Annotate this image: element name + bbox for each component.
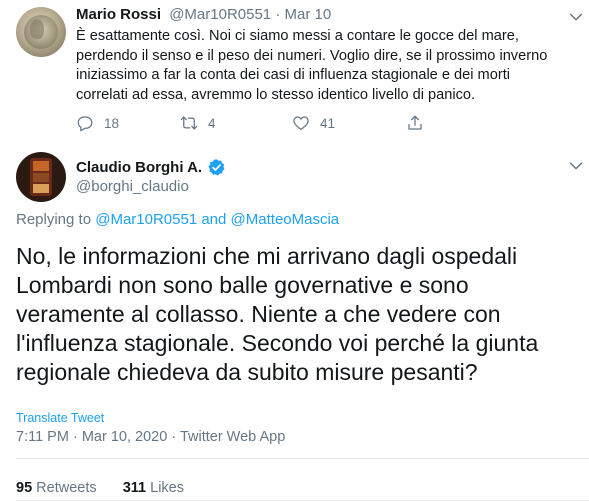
chevron-down-icon[interactable] [568, 9, 584, 25]
like-count: 41 [320, 115, 336, 131]
verified-badge-icon [208, 159, 225, 176]
translate-tweet-link[interactable]: Translate Tweet [16, 411, 104, 425]
replying-to-link-2[interactable]: @MatteoMascia [231, 211, 340, 228]
divider [16, 458, 589, 459]
retweet-button[interactable]: 4 [180, 114, 216, 132]
meta-separator-2: · [171, 429, 177, 445]
main-tweet-text: No, le informazioni che mi arrivano dagl… [16, 243, 539, 385]
like-icon [293, 116, 309, 131]
divider [16, 500, 589, 501]
reply-author-handle[interactable]: @Mar10R0551 [169, 6, 271, 23]
reply-tweet-text: È esattamente così. Noi ci siamo messi a… [76, 28, 548, 103]
likes-stat[interactable]: 311 Likes [123, 480, 184, 496]
reply-author-avatar[interactable] [16, 7, 66, 57]
replying-to-and: and [201, 211, 227, 228]
retweets-label: Retweets [36, 480, 97, 496]
main-author-name[interactable]: Claudio Borghi A. [76, 159, 202, 176]
avatar-coin-portrait [30, 19, 44, 39]
avatar-panel-top [33, 161, 49, 171]
replying-to-link-1[interactable]: @Mar10R0551 [95, 211, 197, 228]
tweet-metadata: 7:11 PM · Mar 10, 2020 · Twitter Web App [16, 429, 285, 445]
share-icon [408, 115, 422, 130]
chevron-down-icon[interactable] [568, 158, 584, 174]
reply-date-separator: · [275, 6, 281, 23]
retweet-icon [180, 116, 198, 130]
replying-to-prefix: Replying to [16, 211, 92, 228]
tweet-client: Twitter Web App [179, 429, 286, 445]
main-author-handle[interactable]: @borghi_claudio [76, 178, 189, 195]
reply-button[interactable]: 18 [76, 114, 119, 132]
likes-label: Likes [150, 480, 184, 496]
reply-tweet-actions: 18 4 41 [76, 114, 516, 134]
reply-count: 18 [104, 115, 120, 131]
avatar-panel-middle [33, 173, 49, 182]
replying-to-line: Replying to @Mar10R0551 and @MatteoMasci… [16, 211, 339, 228]
likes-count: 311 [122, 480, 147, 496]
meta-separator-1: · [72, 429, 78, 445]
like-button[interactable]: 41 [292, 114, 335, 132]
reply-icon [77, 116, 93, 132]
tweet-date[interactable]: Mar 10, 2020 [82, 429, 167, 445]
engagement-stats: 95 Retweets 311 Likes [16, 480, 184, 496]
avatar-panel-bottom [33, 184, 49, 193]
main-author-name-row: Claudio Borghi A. [76, 158, 226, 177]
reply-date[interactable]: Mar 10 [285, 6, 332, 23]
main-author-avatar[interactable] [16, 152, 66, 202]
share-button[interactable] [406, 114, 434, 132]
retweet-count: 4 [208, 115, 216, 131]
retweets-stat[interactable]: 95 Retweets [16, 480, 101, 496]
reply-tweet-header: Mario Rossi @Mar10R0551 · Mar 10 [76, 6, 331, 23]
reply-author-name[interactable]: Mario Rossi [76, 6, 161, 23]
retweets-count: 95 [16, 480, 33, 496]
tweet-time[interactable]: 7:11 PM [16, 429, 69, 445]
